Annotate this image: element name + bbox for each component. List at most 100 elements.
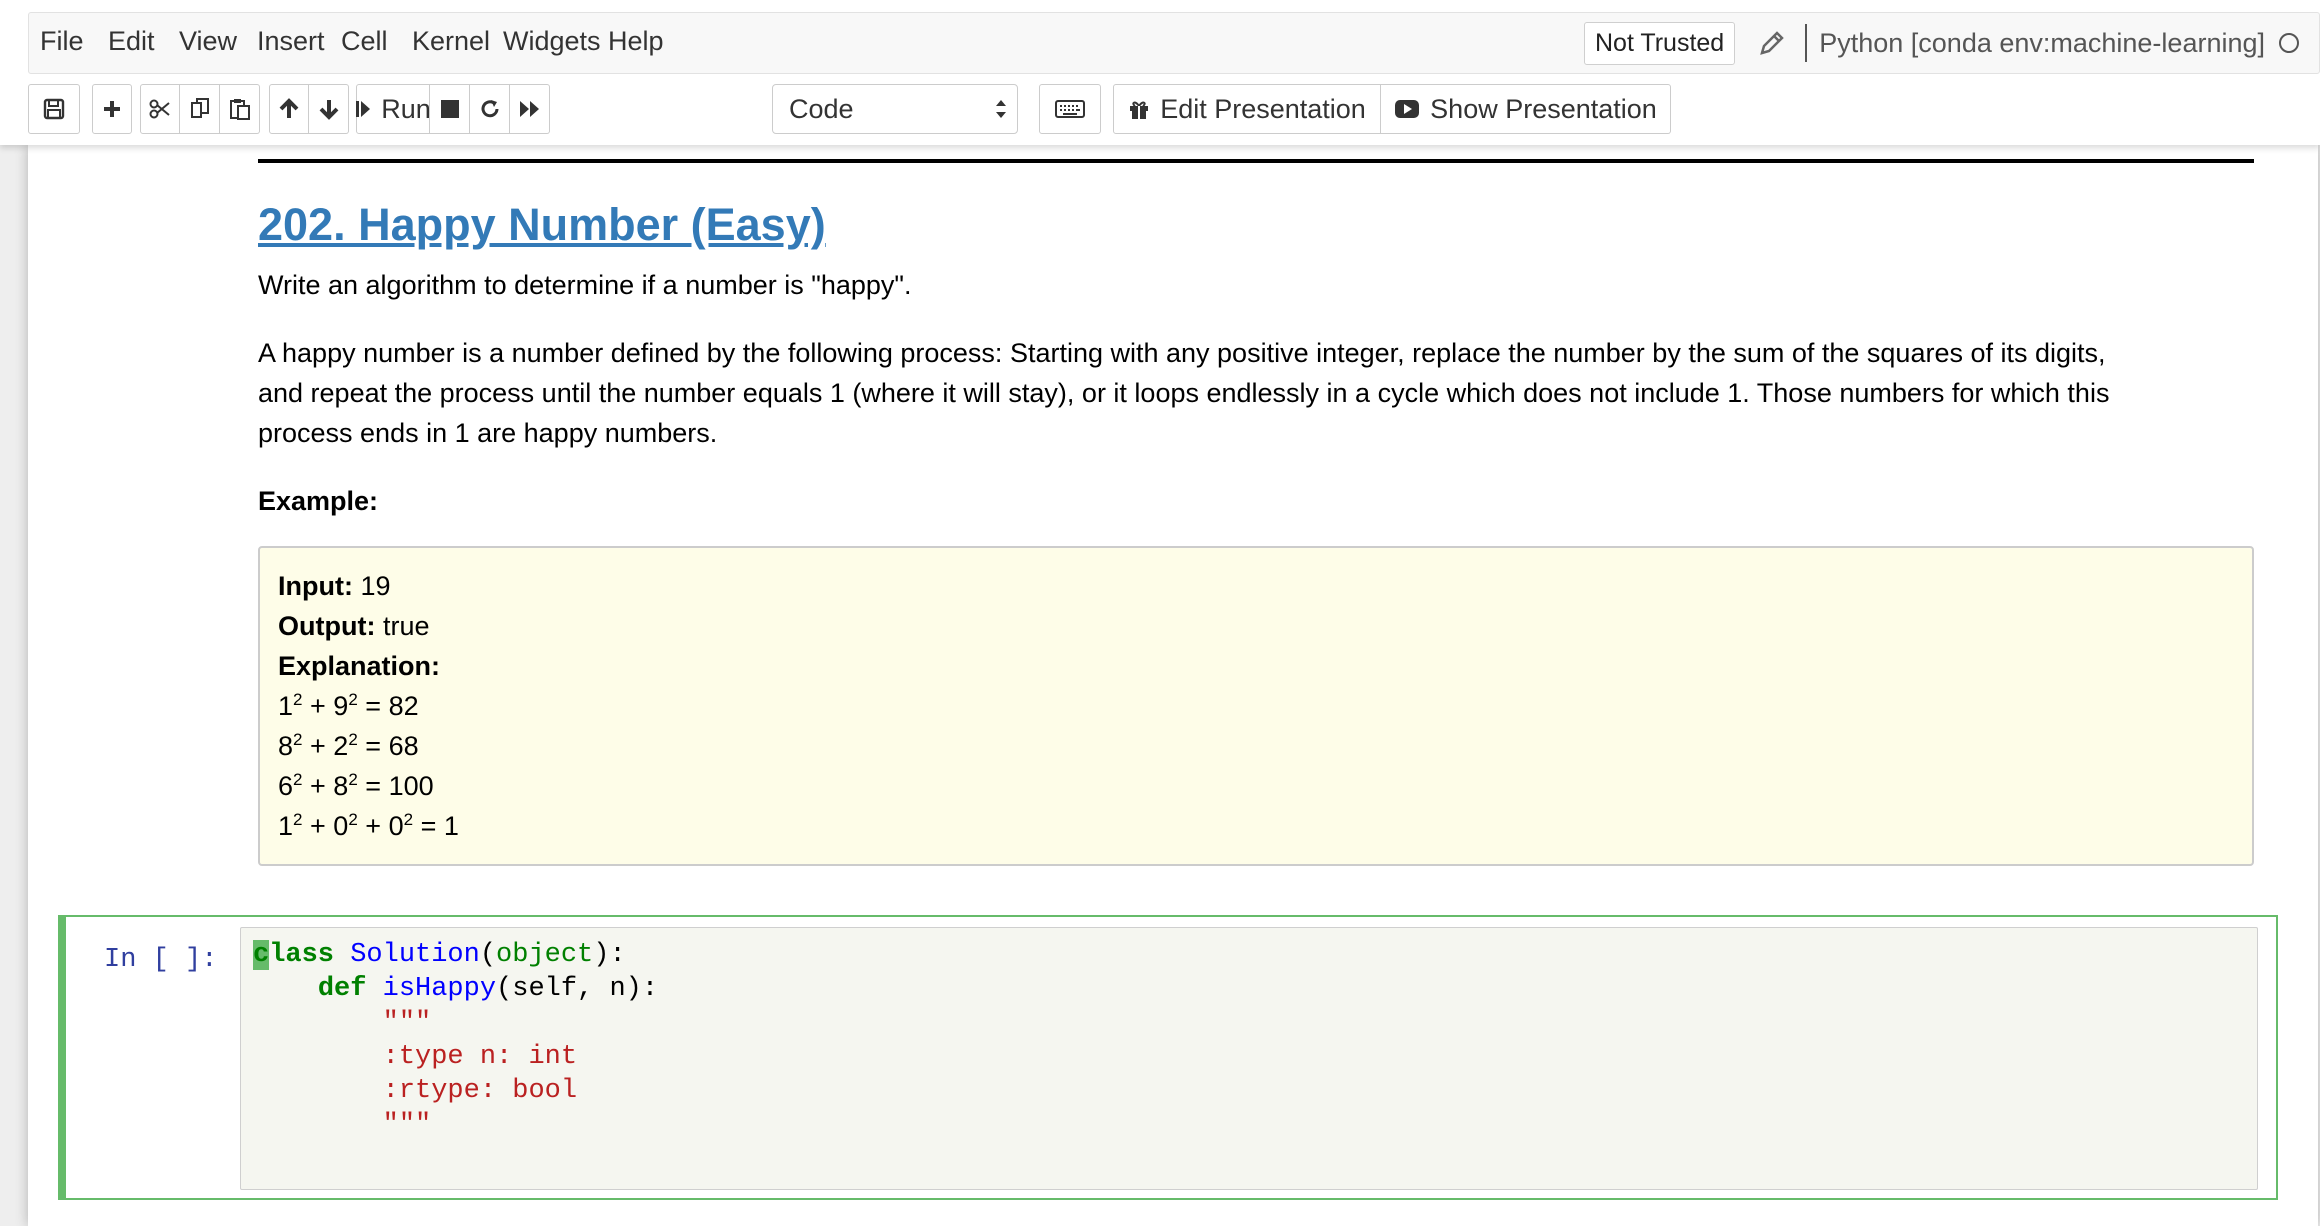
move-up-button[interactable] — [269, 84, 309, 134]
cut-button[interactable] — [140, 84, 180, 134]
menu-kernel[interactable]: Kernel — [412, 26, 490, 57]
explanation-label: Explanation: — [278, 651, 441, 681]
show-presentation-button[interactable]: Show Presentation — [1381, 84, 1671, 134]
step-base: 6 — [278, 771, 294, 801]
step-base: 2 — [333, 731, 349, 761]
step-exponent: 2 — [403, 810, 414, 829]
cell-type-value: Code — [789, 93, 854, 124]
not-trusted-button[interactable]: Not Trusted — [1583, 21, 1736, 65]
keyboard-icon — [1055, 100, 1085, 118]
input-prompt: In [ ]: — [104, 945, 218, 975]
step-exponent: 2 — [348, 770, 358, 789]
select-arrows-icon — [995, 96, 1007, 129]
menu-cell[interactable]: Cell — [341, 26, 388, 57]
menu-file[interactable]: File — [40, 26, 84, 57]
copy-button[interactable] — [180, 84, 220, 134]
code-docstring-line: """ — [253, 1110, 432, 1140]
step-base: 0 — [388, 811, 404, 841]
code-punct: ): — [593, 940, 626, 970]
code-keyword: class — [253, 940, 335, 970]
example-heading: Example: — [258, 486, 379, 516]
step-exponent: 2 — [348, 690, 358, 709]
kernel-separator — [1805, 24, 1808, 62]
restart-run-all-button[interactable] — [510, 84, 550, 134]
code-line: class Solution(object): — [253, 938, 2245, 972]
notebook-container: 202. Happy Number (Easy) Write an algori… — [28, 145, 2318, 1226]
run-icon — [355, 98, 371, 120]
step-result: 68 — [388, 731, 419, 761]
code-builtin: object — [496, 940, 594, 970]
run-button[interactable]: Run — [355, 84, 431, 134]
code-editor[interactable]: class Solution(object): def isHappy(self… — [240, 927, 2258, 1190]
paste-button[interactable] — [220, 84, 260, 134]
output-label: Output: — [278, 611, 376, 641]
save-button[interactable] — [28, 84, 80, 134]
description-paragraph: A happy number is a number defined by th… — [258, 333, 2254, 453]
arrow-up-icon — [278, 98, 300, 120]
fast-forward-icon — [518, 98, 542, 120]
step-result: 82 — [388, 691, 419, 721]
problem-title-link[interactable]: 202. Happy Number (Easy) — [258, 197, 826, 253]
cell-type-select[interactable]: Code — [772, 84, 1018, 134]
edit-presentation-button[interactable]: Edit Presentation — [1113, 84, 1381, 134]
description-line: process ends in 1 are happy numbers. — [258, 418, 718, 448]
menu-view[interactable]: View — [179, 26, 237, 57]
restart-kernel-button[interactable] — [470, 84, 510, 134]
pencil-icon[interactable] — [1757, 28, 1787, 58]
code-cell[interactable]: In [ ]: class Solution(object): def isHa… — [58, 915, 2278, 1200]
step-base: 1 — [278, 811, 294, 841]
step-result: 1 — [443, 811, 459, 841]
run-label: Run — [381, 93, 431, 124]
kernel-idle-icon — [2279, 33, 2299, 53]
step-exponent: 2 — [348, 730, 358, 749]
code-docstring-line: :rtype: bool — [253, 1076, 578, 1106]
kernel-indicator-area: Not Trusted Python [conda env:machine-le… — [1583, 21, 2299, 65]
menubar: File Edit View Insert Cell Kernel Widget… — [28, 12, 2320, 74]
horizontal-rule — [258, 159, 2254, 163]
kernel-name[interactable]: Python [conda env:machine-learning] — [1819, 28, 2265, 59]
text-cursor: c — [253, 940, 270, 970]
description-line: and repeat the process until the number … — [258, 378, 2110, 408]
code-punct: ( — [479, 940, 497, 970]
command-palette-button[interactable] — [1039, 84, 1101, 134]
step-exponent: 2 — [348, 810, 358, 829]
step-exponent: 2 — [293, 690, 303, 709]
stop-icon — [440, 99, 460, 119]
markdown-cell[interactable]: 202. Happy Number (Easy) Write an algori… — [258, 197, 2254, 521]
show-presentation-label: Show Presentation — [1430, 93, 1657, 124]
code-line: def isHappy(self, n): — [253, 972, 2245, 1006]
step-base: 8 — [278, 731, 294, 761]
input-label: Input: — [278, 571, 353, 601]
code-docstring-line: :type n: int — [253, 1042, 578, 1072]
step-base: 0 — [333, 811, 349, 841]
paste-icon — [228, 97, 252, 121]
intro-text: Write an algorithm to determine if a num… — [258, 270, 912, 300]
interrupt-button[interactable] — [430, 84, 470, 134]
menu-help[interactable]: Help — [608, 26, 664, 57]
cut-icon — [148, 97, 172, 121]
menu-widgets[interactable]: Widgets — [503, 26, 601, 57]
code-docstring-line: """ — [253, 1008, 432, 1038]
save-icon — [43, 98, 65, 120]
step-base: 1 — [278, 691, 294, 721]
step-base: 8 — [333, 771, 349, 801]
restart-icon — [479, 98, 501, 120]
step-exponent: 2 — [293, 770, 303, 789]
code-function-name: isHappy — [382, 974, 497, 1004]
copy-icon — [188, 97, 212, 121]
menu-edit[interactable]: Edit — [108, 26, 155, 57]
step-exponent: 2 — [293, 810, 303, 829]
input-value: 19 — [352, 571, 391, 601]
step-line: 82 + 22 = 68 — [278, 730, 419, 761]
code-class-name: Solution — [350, 940, 480, 970]
insert-cell-button[interactable] — [92, 84, 132, 134]
notebook-header: File Edit View Insert Cell Kernel Widget… — [0, 0, 2320, 145]
code-keyword: def — [317, 974, 367, 1004]
move-down-button[interactable] — [309, 84, 349, 134]
arrow-down-icon — [318, 98, 340, 120]
youtube-play-icon — [1394, 99, 1420, 119]
example-block: Input: 19 Output: true Explanation: 12 +… — [258, 546, 2254, 866]
gift-icon — [1128, 98, 1150, 120]
menu-insert[interactable]: Insert — [257, 26, 325, 57]
